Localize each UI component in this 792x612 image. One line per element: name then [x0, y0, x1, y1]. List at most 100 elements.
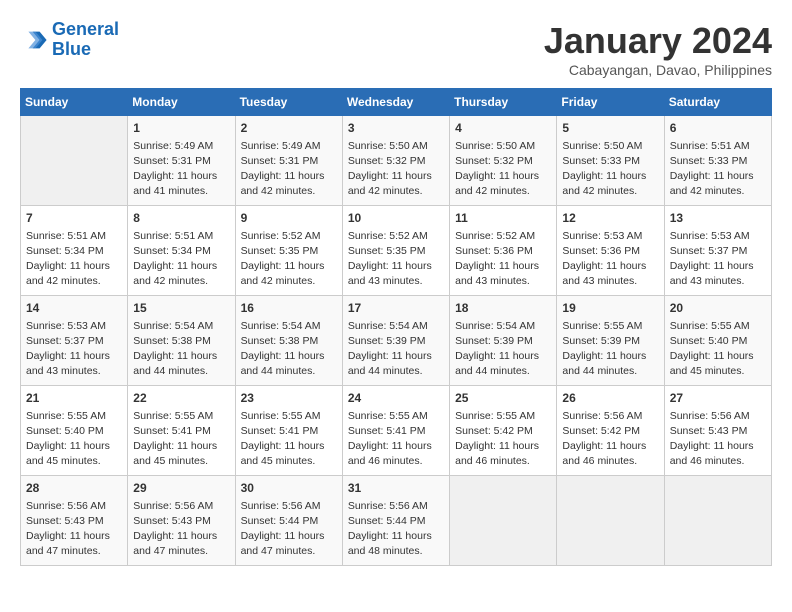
day-info: Sunrise: 5:53 AM Sunset: 5:37 PM Dayligh… [26, 319, 122, 380]
day-info: Sunrise: 5:56 AM Sunset: 5:44 PM Dayligh… [348, 499, 444, 560]
weekday-header: Tuesday [235, 89, 342, 116]
day-number: 5 [562, 120, 658, 137]
calendar-cell [21, 116, 128, 206]
day-info: Sunrise: 5:50 AM Sunset: 5:32 PM Dayligh… [348, 139, 444, 200]
day-number: 9 [241, 210, 337, 227]
day-info: Sunrise: 5:53 AM Sunset: 5:37 PM Dayligh… [670, 229, 766, 290]
day-number: 2 [241, 120, 337, 137]
day-number: 16 [241, 300, 337, 317]
day-info: Sunrise: 5:56 AM Sunset: 5:43 PM Dayligh… [133, 499, 229, 560]
calendar-cell: 11 Sunrise: 5:52 AM Sunset: 5:36 PM Dayli… [450, 206, 557, 296]
day-number: 4 [455, 120, 551, 137]
day-info: Sunrise: 5:52 AM Sunset: 5:35 PM Dayligh… [241, 229, 337, 290]
day-info: Sunrise: 5:56 AM Sunset: 5:43 PM Dayligh… [670, 409, 766, 470]
day-info: Sunrise: 5:53 AM Sunset: 5:36 PM Dayligh… [562, 229, 658, 290]
day-info: Sunrise: 5:55 AM Sunset: 5:39 PM Dayligh… [562, 319, 658, 380]
day-number: 1 [133, 120, 229, 137]
day-info: Sunrise: 5:54 AM Sunset: 5:39 PM Dayligh… [348, 319, 444, 380]
calendar-cell: 12 Sunrise: 5:53 AM Sunset: 5:36 PM Dayli… [557, 206, 664, 296]
calendar-cell: 26 Sunrise: 5:56 AM Sunset: 5:42 PM Dayli… [557, 386, 664, 476]
calendar-cell: 5 Sunrise: 5:50 AM Sunset: 5:33 PM Daylig… [557, 116, 664, 206]
day-number: 27 [670, 390, 766, 407]
calendar-cell: 16 Sunrise: 5:54 AM Sunset: 5:38 PM Dayli… [235, 296, 342, 386]
day-number: 23 [241, 390, 337, 407]
calendar-cell: 23Sunrise: 5:55 AM Sunset: 5:41 PM Dayli… [235, 386, 342, 476]
calendar-week-row: 7 Sunrise: 5:51 AM Sunset: 5:34 PM Daylig… [21, 206, 772, 296]
day-number: 6 [670, 120, 766, 137]
day-info: Sunrise: 5:55 AM Sunset: 5:40 PM Dayligh… [26, 409, 122, 470]
location-subtitle: Cabayangan, Davao, Philippines [544, 62, 772, 78]
calendar-cell: 9 Sunrise: 5:52 AM Sunset: 5:35 PM Daylig… [235, 206, 342, 296]
day-number: 13 [670, 210, 766, 227]
day-number: 15 [133, 300, 229, 317]
day-number: 7 [26, 210, 122, 227]
day-info: Sunrise: 5:51 AM Sunset: 5:33 PM Dayligh… [670, 139, 766, 200]
logo-icon [20, 26, 48, 54]
logo-text: General Blue [52, 20, 119, 60]
day-info: Sunrise: 5:54 AM Sunset: 5:38 PM Dayligh… [241, 319, 337, 380]
day-info: Sunrise: 5:52 AM Sunset: 5:36 PM Dayligh… [455, 229, 551, 290]
day-number: 11 [455, 210, 551, 227]
calendar-cell: 10 Sunrise: 5:52 AM Sunset: 5:35 PM Dayli… [342, 206, 449, 296]
calendar-table: SundayMondayTuesdayWednesdayThursdayFrid… [20, 88, 772, 566]
day-info: Sunrise: 5:51 AM Sunset: 5:34 PM Dayligh… [133, 229, 229, 290]
calendar-cell: 24 Sunrise: 5:55 AM Sunset: 5:41 PM Dayli… [342, 386, 449, 476]
day-number: 21 [26, 390, 122, 407]
title-block: January 2024 Cabayangan, Davao, Philippi… [544, 20, 772, 78]
calendar-cell: 1 Sunrise: 5:49 AM Sunset: 5:31 PM Daylig… [128, 116, 235, 206]
day-number: 25 [455, 390, 551, 407]
month-title: January 2024 [544, 20, 772, 62]
page-header: General Blue January 2024 Cabayangan, Da… [20, 20, 772, 78]
day-number: 28 [26, 480, 122, 497]
day-info: Sunrise: 5:56 AM Sunset: 5:42 PM Dayligh… [562, 409, 658, 470]
calendar-cell [557, 476, 664, 566]
weekday-header-row: SundayMondayTuesdayWednesdayThursdayFrid… [21, 89, 772, 116]
calendar-cell: 13 Sunrise: 5:53 AM Sunset: 5:37 PM Dayli… [664, 206, 771, 296]
calendar-cell: 15Sunrise: 5:54 AM Sunset: 5:38 PM Dayli… [128, 296, 235, 386]
calendar-cell: 19 Sunrise: 5:55 AM Sunset: 5:39 PM Dayli… [557, 296, 664, 386]
day-number: 18 [455, 300, 551, 317]
day-info: Sunrise: 5:50 AM Sunset: 5:33 PM Dayligh… [562, 139, 658, 200]
day-number: 3 [348, 120, 444, 137]
calendar-cell: 25 Sunrise: 5:55 AM Sunset: 5:42 PM Dayli… [450, 386, 557, 476]
day-number: 31 [348, 480, 444, 497]
logo: General Blue [20, 20, 119, 60]
day-number: 10 [348, 210, 444, 227]
day-info: Sunrise: 5:55 AM Sunset: 5:42 PM Dayligh… [455, 409, 551, 470]
weekday-header: Monday [128, 89, 235, 116]
day-number: 12 [562, 210, 658, 227]
day-info: Sunrise: 5:56 AM Sunset: 5:43 PM Dayligh… [26, 499, 122, 560]
day-number: 20 [670, 300, 766, 317]
calendar-cell: 28 Sunrise: 5:56 AM Sunset: 5:43 PM Dayli… [21, 476, 128, 566]
weekday-header: Sunday [21, 89, 128, 116]
day-number: 26 [562, 390, 658, 407]
calendar-cell: 18Sunrise: 5:54 AM Sunset: 5:39 PM Dayli… [450, 296, 557, 386]
day-info: Sunrise: 5:55 AM Sunset: 5:41 PM Dayligh… [133, 409, 229, 470]
day-number: 17 [348, 300, 444, 317]
weekday-header: Friday [557, 89, 664, 116]
calendar-cell: 31 Sunrise: 5:56 AM Sunset: 5:44 PM Dayli… [342, 476, 449, 566]
day-info: Sunrise: 5:49 AM Sunset: 5:31 PM Dayligh… [241, 139, 337, 200]
calendar-cell: 2 Sunrise: 5:49 AM Sunset: 5:31 PM Daylig… [235, 116, 342, 206]
calendar-cell: 7 Sunrise: 5:51 AM Sunset: 5:34 PM Daylig… [21, 206, 128, 296]
calendar-cell: 27 Sunrise: 5:56 AM Sunset: 5:43 PM Dayli… [664, 386, 771, 476]
calendar-cell: 21 Sunrise: 5:55 AM Sunset: 5:40 PM Dayli… [21, 386, 128, 476]
calendar-week-row: 14Sunrise: 5:53 AM Sunset: 5:37 PM Dayli… [21, 296, 772, 386]
day-number: 24 [348, 390, 444, 407]
day-number: 19 [562, 300, 658, 317]
calendar-cell [664, 476, 771, 566]
calendar-cell: 14Sunrise: 5:53 AM Sunset: 5:37 PM Dayli… [21, 296, 128, 386]
day-info: Sunrise: 5:52 AM Sunset: 5:35 PM Dayligh… [348, 229, 444, 290]
calendar-cell: 17 Sunrise: 5:54 AM Sunset: 5:39 PM Dayli… [342, 296, 449, 386]
day-info: Sunrise: 5:56 AM Sunset: 5:44 PM Dayligh… [241, 499, 337, 560]
calendar-cell: 30Sunrise: 5:56 AM Sunset: 5:44 PM Dayli… [235, 476, 342, 566]
day-number: 8 [133, 210, 229, 227]
logo-line1: General [52, 19, 119, 39]
day-info: Sunrise: 5:49 AM Sunset: 5:31 PM Dayligh… [133, 139, 229, 200]
calendar-cell: 3 Sunrise: 5:50 AM Sunset: 5:32 PM Daylig… [342, 116, 449, 206]
weekday-header: Saturday [664, 89, 771, 116]
day-number: 29 [133, 480, 229, 497]
day-info: Sunrise: 5:51 AM Sunset: 5:34 PM Dayligh… [26, 229, 122, 290]
day-info: Sunrise: 5:55 AM Sunset: 5:41 PM Dayligh… [348, 409, 444, 470]
weekday-header: Thursday [450, 89, 557, 116]
